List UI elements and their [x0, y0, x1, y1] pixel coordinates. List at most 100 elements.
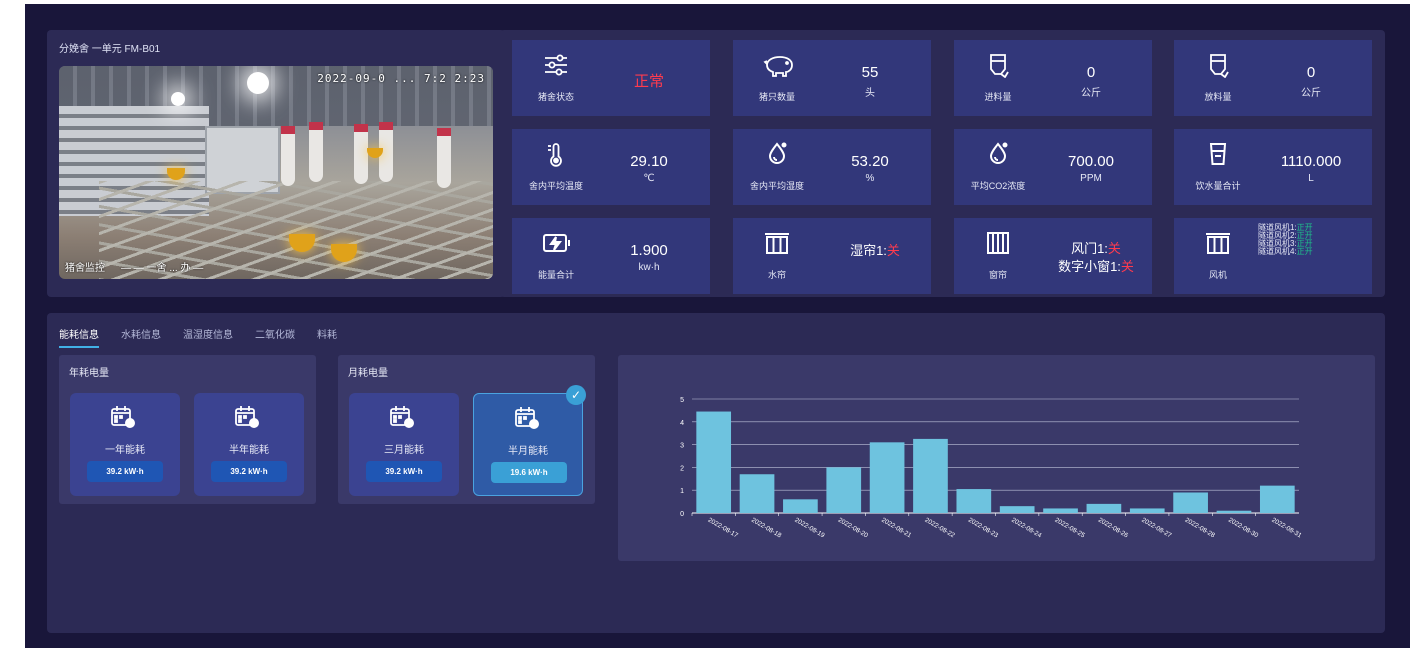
calendar-icon	[389, 405, 415, 429]
curtain-state: 湿帘1:关	[825, 240, 925, 259]
energy-card[interactable]: 三月能耗 39.2 kW·h	[349, 393, 459, 496]
metric-label: 猪只数量	[758, 92, 795, 102]
metric-value: 正常	[633, 73, 664, 90]
state-value: 关	[1120, 259, 1134, 274]
fan-value: 正开	[1296, 247, 1313, 256]
y-tick-label: 1	[680, 488, 684, 495]
bar	[783, 499, 818, 513]
x-tick-label: 2022-08-17	[707, 517, 740, 540]
sliders-icon	[542, 52, 570, 78]
energy-card[interactable]: 半月能耗 19.6 kW·h	[473, 393, 583, 496]
metric-label: 窗帘	[988, 270, 1007, 280]
bar	[696, 411, 732, 513]
feeder	[281, 126, 295, 186]
energy-group-0: 年耗电量一年能耗 39.2 kW·h 半年能耗 39.2 kW·h	[59, 355, 316, 504]
x-tick-label: 2022-08-26	[1097, 517, 1130, 540]
metric-unit: 公斤	[1081, 88, 1101, 99]
metric-unit: %	[865, 173, 875, 184]
bar	[1043, 508, 1078, 513]
state-prefix: 数字小窗1:	[1058, 259, 1121, 274]
tab-4[interactable]: 料耗	[317, 326, 337, 346]
bar	[1173, 492, 1208, 513]
x-tick-label: 2022-08-24	[1010, 517, 1043, 540]
metric-label: 风机	[1208, 270, 1227, 280]
curtain-icon	[763, 230, 791, 256]
metric-value: 1.900	[630, 242, 668, 259]
feed-bin-icon	[984, 52, 1012, 79]
x-tick-label: 2022-08-22	[923, 517, 956, 540]
metric-tile-water[interactable]: 饮水量合计 1110.000 L	[1174, 129, 1372, 205]
energy-card-name: 半年能耗	[229, 445, 269, 456]
dashboard: 分娩舍 一单元 FM-B01 2022-09-0 ... 7:2 2:23 猪舍…	[25, 4, 1410, 648]
tab-0[interactable]: 能耗信息	[59, 326, 99, 348]
metric-tile-temp[interactable]: 舍内平均温度 29.10 ℃	[512, 129, 710, 205]
x-tick-label: 2022-08-23	[967, 517, 1000, 540]
bar	[739, 474, 775, 513]
metric-label: 放料量	[1204, 92, 1232, 102]
metric-label: 能量合计	[537, 270, 574, 280]
window-state: 数字小窗1:关	[1046, 256, 1146, 275]
bar	[1259, 485, 1295, 513]
metric-unit: ℃	[643, 173, 655, 184]
fan-status: 隧道风机4:正开	[1258, 248, 1313, 256]
energy-card-value: 19.6 kW·h	[491, 462, 567, 483]
metric-label: 舍内平均温度	[528, 181, 583, 191]
x-tick-label: 2022-08-20	[837, 517, 870, 540]
metric-tile-status[interactable]: 猪舍状态 正常	[512, 40, 710, 116]
metric-unit: 公斤	[1301, 88, 1321, 99]
bar	[869, 442, 905, 513]
energy-card-name: 半月能耗	[508, 446, 548, 457]
metric-unit: 头	[865, 88, 875, 99]
metric-tile-feed-in[interactable]: 进料量 0 公斤	[954, 40, 1152, 116]
metric-tile-pigs[interactable]: 猪只数量 55 头	[733, 40, 931, 116]
window-icon	[984, 230, 1012, 256]
x-tick-label: 2022-08-31	[1270, 517, 1303, 540]
energy-chart: 0 1 2 3 4 5 2022-08-17 2022-08-18 2022-08-19 2022…	[618, 355, 1375, 561]
y-tick-label: 2	[680, 465, 684, 472]
energy-card-name: 三月能耗	[384, 445, 424, 456]
metric-tile-curtain[interactable]: 水帘 湿帘1:关	[733, 218, 931, 294]
pig-icon	[763, 52, 793, 78]
y-tick-label: 0	[680, 511, 684, 518]
metric-label: 平均CO2浓度	[970, 181, 1026, 191]
tab-1[interactable]: 水耗信息	[121, 326, 161, 346]
battery-charging-icon	[542, 230, 570, 256]
metric-unit: L	[1308, 173, 1314, 184]
metric-tile-energy[interactable]: 能量合计 1.900 kw·h	[512, 218, 710, 294]
metric-tile-humidity[interactable]: 舍内平均湿度 53.20%	[733, 129, 931, 205]
fan-status-list: 隧道风机1:正开 隧道风机2:正开 隧道风机3:正开 隧道风机4:正开	[1258, 224, 1313, 256]
metric-tile-fan[interactable]: 风机 隧道风机1:正开 隧道风机2:正开 隧道风机3:正开 隧道风机4:正开	[1174, 218, 1372, 294]
bar	[999, 506, 1035, 513]
thermometer-icon	[542, 141, 570, 167]
energy-card-value: 39.2 kW·h	[366, 461, 442, 482]
calendar-icon	[234, 405, 260, 429]
feeder	[437, 128, 451, 188]
tab-3[interactable]: 二氧化碳	[255, 326, 295, 346]
chart-svg: 0 1 2 3 4 5 2022-08-17 2022-08-18 2022-08-19 2022…	[680, 397, 1303, 540]
metric-value: 29.10	[630, 153, 668, 170]
metric-unit: kw·h	[638, 262, 660, 273]
tab-2[interactable]: 温湿度信息	[183, 326, 233, 346]
feeder	[309, 122, 323, 182]
energy-panel: 能耗信息 水耗信息 温湿度信息 二氧化碳 料耗 年耗电量 一年能耗 39.2 kW·h 半年能…	[47, 313, 1385, 633]
metric-tile-co2[interactable]: 平均CO2浓度 700.00 PPM	[954, 129, 1152, 205]
calendar-icon	[514, 406, 540, 430]
metric-value: 53.20	[851, 153, 889, 170]
ceiling-light	[247, 72, 269, 94]
group-title: 年耗电量	[69, 368, 109, 379]
water-cup-icon	[1204, 141, 1232, 167]
energy-card[interactable]: 半年能耗 39.2 kW·h	[194, 393, 304, 496]
metric-tile-feed-out[interactable]: 放料量 0 公斤	[1174, 40, 1372, 116]
x-tick-label: 2022-08-18	[750, 517, 783, 540]
check-icon: ✓	[566, 385, 586, 405]
metric-label: 舍内平均湿度	[749, 181, 804, 191]
camera-title: 分娩舍 一单元 FM-B01	[59, 44, 161, 55]
bar	[1086, 503, 1122, 513]
energy-card-value: 39.2 kW·h	[211, 461, 287, 482]
calendar-icon	[110, 405, 136, 429]
metrics-panel: 猪舍状态 正常 猪只数量 55 头进料量 0 公斤 放料量 0 公斤 舍内平均温度 29.10 ℃ 舍内平…	[500, 30, 1385, 297]
camera-feed[interactable]: 2022-09-0 ... 7:2 2:23 猪舍监控 — — 一舍 ... 办…	[59, 66, 493, 279]
metric-value: 55	[861, 64, 879, 81]
metric-tile-window[interactable]: 窗帘 风门1:关 数字小窗1:关	[954, 218, 1152, 294]
energy-card[interactable]: 一年能耗 39.2 kW·h	[70, 393, 180, 496]
